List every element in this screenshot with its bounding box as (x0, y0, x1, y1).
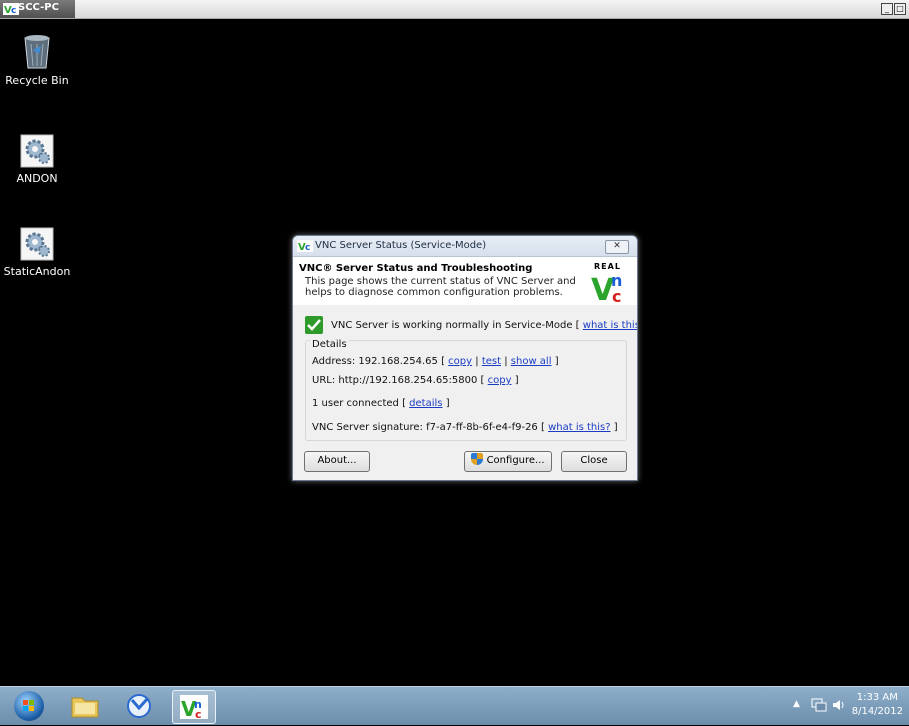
gear-app-icon (20, 134, 54, 168)
vnc-status-dialog: V c VNC Server Status (Service-Mode) ✕ V… (292, 235, 638, 481)
dialog-titlebar[interactable]: V c VNC Server Status (Service-Mode) ✕ (293, 236, 637, 257)
vnc-logo-icon: V n c (180, 695, 208, 721)
viewer-title: SCC-PC (18, 2, 59, 13)
desktop-icon-recycle-bin[interactable]: Recycle Bin (2, 32, 72, 87)
clock[interactable]: 1:33 AM 8/14/2012 (852, 691, 903, 719)
svg-text:c: c (195, 708, 202, 721)
shield-icon (471, 453, 484, 465)
address-test-link[interactable]: test (482, 356, 501, 367)
url-line: URL: http://192.168.254.65:5800 [ copy ] (312, 375, 519, 386)
signature-line: VNC Server signature: f7-a7-ff-8b-6f-e4-… (312, 422, 618, 433)
dialog-title: VNC Server Status (Service-Mode) (315, 240, 487, 251)
desktop-icon-staticandon[interactable]: StaticAndon (0, 227, 76, 278)
maximize-button[interactable]: □ (894, 3, 906, 15)
status-text: VNC Server is working normally in Servic… (331, 320, 637, 331)
signature-what-is-this-link[interactable]: what is this? (548, 422, 610, 433)
recycle-bin-icon (24, 35, 50, 69)
taskbar-vnc[interactable]: V n c (172, 690, 216, 724)
bracket: ] (613, 422, 618, 433)
status-message: VNC Server is working normally in Servic… (331, 320, 580, 331)
svg-text:c: c (612, 287, 621, 304)
checkmark-icon (305, 316, 323, 334)
users-details-link[interactable]: details (409, 398, 442, 409)
separator: | (475, 356, 479, 367)
close-button[interactable]: Close (561, 451, 627, 472)
users-text: 1 user connected [ (312, 398, 406, 409)
separator: | (504, 356, 508, 367)
desktop-icon-label: ANDON (16, 172, 58, 185)
system-tray: ▲ 1:33 AM 8/14/2012 (773, 687, 903, 725)
address-show-all-link[interactable]: show all (511, 356, 552, 367)
dialog-close-icon[interactable]: ✕ (605, 240, 629, 254)
details-group: Details Address: 192.168.254.65 [ copy |… (305, 339, 627, 441)
svg-text:c: c (11, 6, 16, 15)
url-text: URL: http://192.168.254.65:5800 [ (312, 375, 485, 386)
header-title: VNC® Server Status and Troubleshooting (299, 263, 533, 274)
desktop-icon-label: StaticAndon (3, 265, 71, 278)
folder-icon (71, 697, 99, 718)
taskbar: V n c ▲ 1:33 AM 8/14/2012 (0, 686, 909, 725)
users-line: 1 user connected [ details ] (312, 398, 450, 409)
about-button[interactable]: About... (304, 451, 370, 472)
gear-app-icon (20, 227, 54, 261)
realvnc-logo: REAL V n c (591, 262, 622, 304)
svg-text:REAL: REAL (594, 262, 621, 271)
taskbar-explorer[interactable] (64, 690, 106, 722)
viewer-titlebar: V c SCC-PC _ □ (0, 0, 909, 19)
vnc-logo-icon: V c (297, 240, 313, 252)
details-legend: Details (310, 339, 349, 350)
windows-logo-icon (23, 700, 34, 711)
start-button[interactable] (14, 691, 44, 721)
clock-date: 8/14/2012 (851, 706, 903, 717)
desktop-icon-andon[interactable]: ANDON (2, 134, 72, 185)
bracket: ] (514, 375, 519, 386)
vnc-logo-icon: V c (3, 3, 19, 15)
configure-label: Configure... (486, 455, 545, 466)
remote-app-icon (127, 694, 151, 718)
address-line: Address: 192.168.254.65 [ copy | test | … (312, 356, 559, 367)
address-text: Address: 192.168.254.65 [ (312, 356, 445, 367)
header-description: This page shows the current status of VN… (305, 276, 576, 298)
network-icon[interactable] (811, 698, 827, 712)
status-what-is-this-link[interactable]: what is this? (583, 320, 637, 331)
svg-text:c: c (305, 243, 310, 252)
volume-icon[interactable] (831, 698, 847, 712)
show-hidden-icons-icon[interactable]: ▲ (793, 699, 800, 709)
minimize-button[interactable]: _ (881, 3, 893, 15)
bracket: ] (445, 398, 450, 409)
signature-text: VNC Server signature: f7-a7-ff-8b-6f-e4-… (312, 422, 545, 433)
bracket: ] (554, 356, 559, 367)
configure-button[interactable]: Configure... (464, 451, 552, 472)
clock-time: 1:33 AM (856, 692, 898, 703)
url-copy-link[interactable]: copy (488, 375, 512, 386)
address-copy-link[interactable]: copy (448, 356, 472, 367)
dialog-header: VNC® Server Status and Troubleshooting T… (293, 257, 637, 305)
taskbar-remote-app[interactable] (118, 690, 160, 722)
desktop-icon-label: Recycle Bin (5, 74, 69, 87)
